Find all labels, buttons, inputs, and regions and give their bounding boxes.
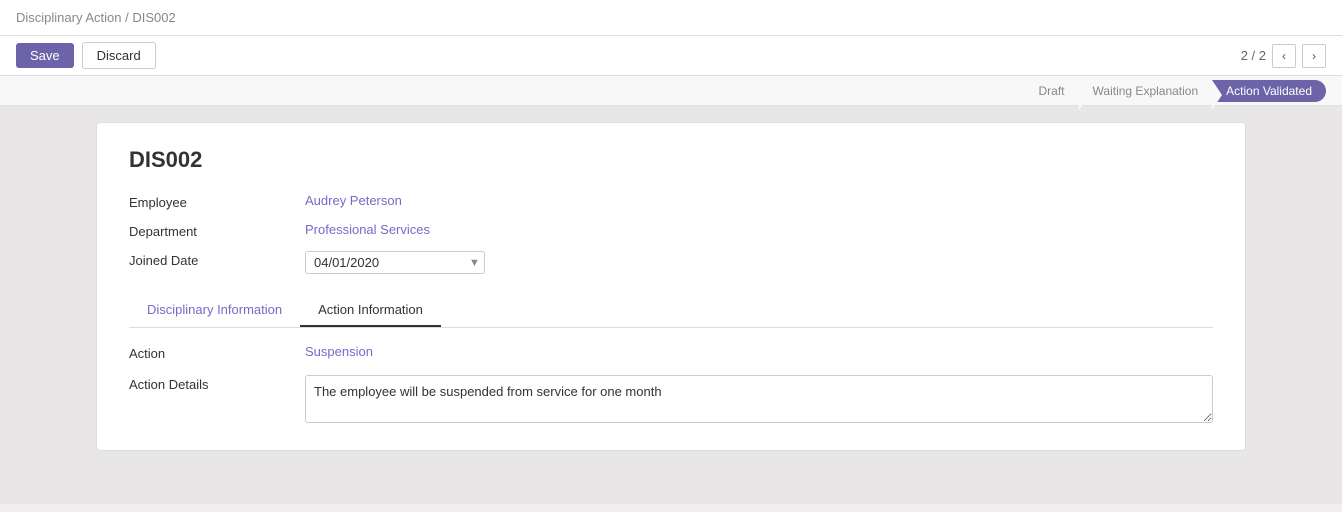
department-label: Department [129, 222, 289, 239]
main-area: DIS002 Employee Audrey Peterson Departme… [0, 106, 1342, 504]
joined-date-field: ▼ [305, 251, 1213, 274]
discard-button[interactable]: Discard [82, 42, 156, 69]
toolbar: Save Discard 2 / 2 ‹ › [0, 36, 1342, 76]
status-step-validated: Action Validated [1212, 80, 1326, 102]
status-step-draft: Draft [1025, 80, 1079, 102]
action-details-container: The employee will be suspended from serv… [305, 375, 1213, 426]
prev-button[interactable]: ‹ [1272, 44, 1296, 68]
save-button[interactable]: Save [16, 43, 74, 68]
status-waiting-label: Waiting Explanation [1093, 84, 1199, 98]
joined-date-label: Joined Date [129, 251, 289, 274]
tab-disciplinary-information[interactable]: Disciplinary Information [129, 294, 300, 327]
pagination-label: 2 / 2 [1241, 48, 1266, 63]
breadcrumb-separator: / [125, 10, 129, 25]
breadcrumb-bar: Disciplinary Action / DIS002 [0, 0, 1342, 36]
status-draft-label: Draft [1039, 84, 1065, 98]
action-label: Action [129, 344, 289, 361]
tab-action-information[interactable]: Action Information [300, 294, 441, 327]
action-value[interactable]: Suspension [305, 344, 1213, 361]
tabs: Disciplinary Information Action Informat… [129, 294, 1213, 328]
status-bar: Draft Waiting Explanation Action Validat… [0, 76, 1342, 106]
status-validated-label: Action Validated [1226, 84, 1312, 98]
breadcrumb: Disciplinary Action / DIS002 [16, 10, 1326, 25]
action-details-label: Action Details [129, 375, 289, 426]
breadcrumb-current: DIS002 [132, 10, 175, 25]
form-section: Employee Audrey Peterson Department Prof… [129, 193, 1213, 274]
toolbar-right: 2 / 2 ‹ › [1241, 44, 1326, 68]
employee-value[interactable]: Audrey Peterson [305, 193, 1213, 210]
breadcrumb-parent[interactable]: Disciplinary Action [16, 10, 122, 25]
next-button[interactable]: › [1302, 44, 1326, 68]
form-card: DIS002 Employee Audrey Peterson Departme… [96, 122, 1246, 451]
record-id: DIS002 [129, 147, 1213, 173]
status-step-waiting: Waiting Explanation [1079, 80, 1213, 102]
department-value[interactable]: Professional Services [305, 222, 1213, 239]
employee-label: Employee [129, 193, 289, 210]
action-details-input[interactable]: The employee will be suspended from serv… [305, 375, 1213, 423]
action-section: Action Suspension Action Details The emp… [129, 344, 1213, 426]
joined-date-input[interactable] [305, 251, 485, 274]
